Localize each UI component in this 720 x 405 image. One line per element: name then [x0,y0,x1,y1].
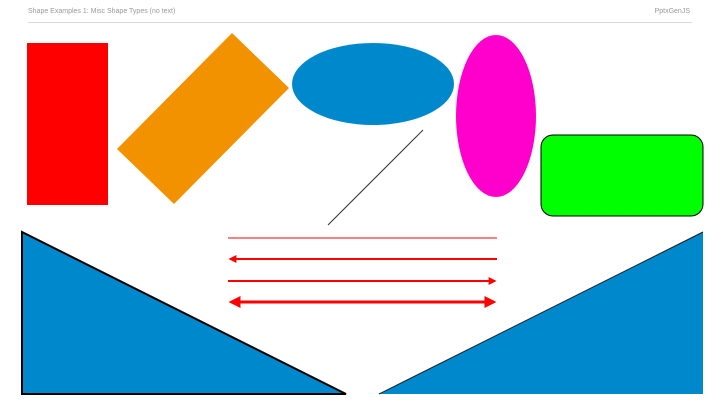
red-rectangle[interactable] [27,43,108,205]
slide: Shape Examples 1: Misc Shape Types (no t… [0,0,720,405]
diagonal-line[interactable] [327,129,424,226]
green-rounded-rectangle[interactable] [540,134,704,217]
blue-ellipse[interactable] [292,43,454,125]
orange-rotated-rectangle[interactable] [117,33,289,204]
left-right-triangle[interactable] [21,230,347,395]
shape-canvas [21,33,704,395]
magenta-vertical-ellipse[interactable] [456,35,536,197]
